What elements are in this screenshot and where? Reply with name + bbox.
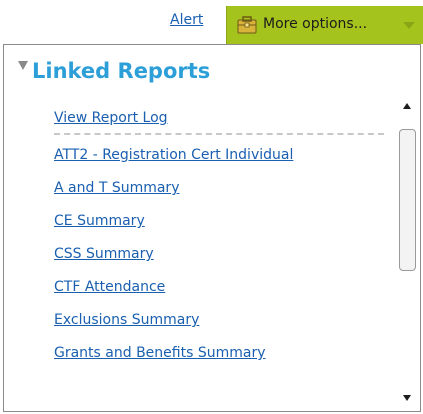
linked-reports-panel: Linked Reports View Report Log ATT2 - Re… xyxy=(3,44,421,412)
report-link[interactable]: A and T Summary xyxy=(54,172,389,205)
scroll-thumb[interactable] xyxy=(399,129,416,271)
view-report-log-link[interactable]: View Report Log xyxy=(54,99,389,137)
scroll-up-button[interactable] xyxy=(398,97,417,115)
report-link[interactable]: Exclusions Summary xyxy=(54,304,389,337)
scroll-down-button[interactable] xyxy=(398,389,417,407)
more-options-button[interactable]: More options... xyxy=(226,6,423,44)
vertical-scrollbar[interactable] xyxy=(398,97,417,407)
report-link[interactable]: CTF Attendance xyxy=(54,271,389,304)
collapse-triangle-icon[interactable] xyxy=(18,61,28,70)
report-link[interactable]: CE Summary xyxy=(54,205,389,238)
top-toolbar: Alert More options... xyxy=(0,0,423,44)
report-link[interactable]: Grants and Benefits Summary xyxy=(54,337,389,370)
arrow-down-icon xyxy=(403,395,411,401)
report-link[interactable]: CSS Summary xyxy=(54,238,389,271)
chevron-down-icon[interactable] xyxy=(403,22,415,29)
alert-link[interactable]: Alert xyxy=(170,12,203,28)
arrow-up-icon xyxy=(403,103,411,109)
briefcase-icon xyxy=(237,16,257,34)
report-link[interactable]: ATT2 - Registration Cert Individual xyxy=(54,139,389,172)
report-list: View Report Log ATT2 - Registration Cert… xyxy=(54,99,389,405)
panel-title: Linked Reports xyxy=(32,59,211,83)
more-options-label: More options... xyxy=(263,16,368,32)
